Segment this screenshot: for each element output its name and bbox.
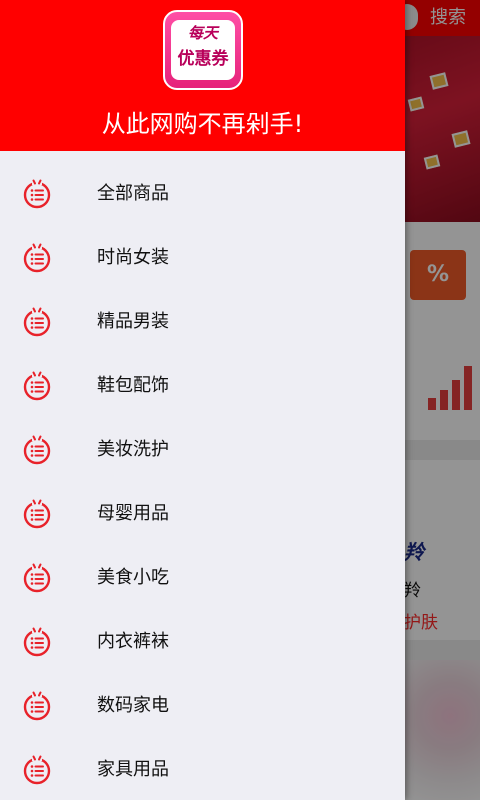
menu-item-10[interactable]: 家具用品 bbox=[0, 738, 405, 800]
list-icon bbox=[22, 498, 52, 530]
app-logo: 每天 优惠券 bbox=[163, 10, 243, 90]
menu-item-2[interactable]: 时尚女装 bbox=[0, 226, 405, 290]
list-icon bbox=[22, 242, 52, 274]
menu-item-8[interactable]: 内衣裤袜 bbox=[0, 610, 405, 674]
list-icon bbox=[22, 626, 52, 658]
menu-item-label: 美妆洗护 bbox=[97, 439, 169, 460]
menu-item-label: 全部商品 bbox=[97, 183, 169, 204]
menu-item-label: 数码家电 bbox=[97, 695, 169, 716]
logo-text-top: 每天 bbox=[187, 24, 218, 42]
menu-item-9[interactable]: 数码家电 bbox=[0, 674, 405, 738]
menu-item-3[interactable]: 精品男装 bbox=[0, 290, 405, 354]
menu-item-6[interactable]: 母婴用品 bbox=[0, 482, 405, 546]
list-icon bbox=[22, 370, 52, 402]
menu-item-label: 家具用品 bbox=[97, 759, 169, 780]
menu-item-label: 美食小吃 bbox=[97, 567, 169, 588]
drawer-header: 每天 优惠券 从此网购不再剁手! bbox=[0, 0, 405, 151]
list-icon bbox=[22, 178, 52, 210]
list-icon bbox=[22, 690, 52, 722]
menu-item-label: 时尚女装 bbox=[97, 247, 169, 268]
menu-item-label: 鞋包配饰 bbox=[97, 375, 169, 396]
list-icon bbox=[22, 562, 52, 594]
list-icon bbox=[22, 306, 52, 338]
menu-item-1[interactable]: 全部商品 bbox=[0, 162, 405, 226]
logo-text-bottom: 优惠券 bbox=[177, 49, 229, 69]
app-tagline: 从此网购不再剁手! bbox=[101, 110, 304, 138]
list-icon bbox=[22, 434, 52, 466]
menu-item-4[interactable]: 鞋包配饰 bbox=[0, 354, 405, 418]
logo-badge: 每天 优惠券 bbox=[171, 20, 235, 80]
menu-item-label: 母婴用品 bbox=[97, 503, 169, 524]
category-menu: 全部商品 时尚女装 精品男装 鞋包配饰 美妆洗护 母婴用品 美食小吃 内衣裤袜 … bbox=[0, 162, 405, 800]
menu-item-label: 精品男装 bbox=[97, 311, 169, 332]
navigation-drawer: 每天 优惠券 从此网购不再剁手! 全部商品 时尚女装 精品男装 鞋包配饰 美妆洗… bbox=[0, 0, 405, 800]
menu-item-7[interactable]: 美食小吃 bbox=[0, 546, 405, 610]
list-icon bbox=[22, 754, 52, 786]
menu-item-5[interactable]: 美妆洗护 bbox=[0, 418, 405, 482]
menu-item-label: 内衣裤袜 bbox=[97, 631, 169, 652]
